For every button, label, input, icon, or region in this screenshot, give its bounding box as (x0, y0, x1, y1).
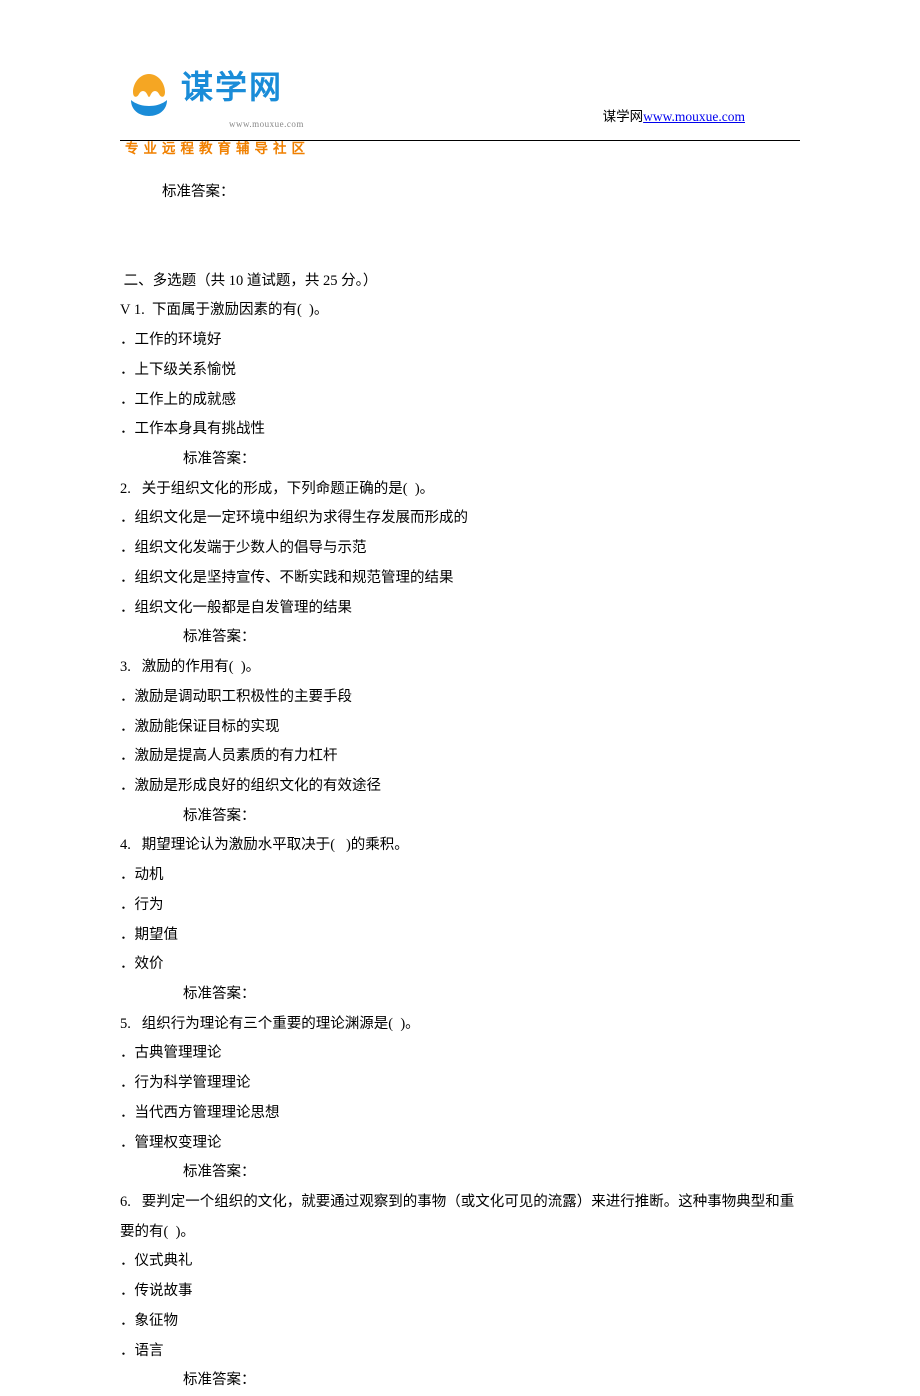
standard-answer-label: 标准答案： (120, 1158, 800, 1188)
question-stem: 6. 要判定一个组织的文化，就要通过观察到的事物（或文化可见的流露）来进行推断。… (120, 1188, 800, 1247)
document-header: 谋学网 www.mouxue.com 专业远程教育辅导社区 谋学网www.mou… (125, 55, 800, 130)
question-option: ．传说故事 (120, 1277, 800, 1307)
standard-answer-label: 标准答案： (120, 1366, 800, 1396)
logo-brand-text: 谋学网 www.mouxue.com (173, 55, 304, 133)
question-option: ．语言 (120, 1337, 800, 1367)
header-divider (120, 140, 800, 141)
header-site-link[interactable]: www.mouxue.com (643, 109, 745, 124)
question-option: ．上下级关系愉悦 (120, 356, 800, 386)
question-option: ．当代西方管理理论思想 (120, 1099, 800, 1129)
question-option: ．激励是提高人员素质的有力杠杆 (120, 742, 800, 772)
question-option: ．效价 (120, 950, 800, 980)
question-stem: 5. 组织行为理论有三个重要的理论渊源是( )。 (120, 1010, 800, 1040)
question-option: ．激励是调动职工积极性的主要手段 (120, 683, 800, 713)
logo-top-row: 谋学网 www.mouxue.com (125, 55, 310, 133)
standard-answer-label: 标准答案： (120, 802, 800, 832)
question-option: ．工作本身具有挑战性 (120, 415, 800, 445)
logo-brand-name: 谋学网 (181, 55, 304, 121)
question-option: ．期望值 (120, 921, 800, 951)
question-stem: 2. 关于组织文化的形成，下列命题正确的是( )。 (120, 475, 800, 505)
question-option: ．激励能保证目标的实现 (120, 713, 800, 743)
question-option: ．行为科学管理理论 (120, 1069, 800, 1099)
question-option: ．仪式典礼 (120, 1247, 800, 1277)
question-option: ．组织文化发端于少数人的倡导与示范 (120, 534, 800, 564)
document-body: 标准答案： 二、多选题（共 10 道试题，共 25 分。） V 1. 下面属于激… (120, 178, 800, 1396)
question-option: ．象征物 (120, 1307, 800, 1337)
question-stem: 4. 期望理论认为激励水平取决于( )的乘积。 (120, 831, 800, 861)
question-option: ．古典管理理论 (120, 1039, 800, 1069)
question-option: ．组织文化一般都是自发管理的结果 (120, 594, 800, 624)
question-option: ．动机 (120, 861, 800, 891)
question-option: ．管理权变理论 (120, 1129, 800, 1159)
standard-answer-label: 标准答案： (120, 980, 800, 1010)
blank-line (120, 238, 800, 267)
logo: 谋学网 www.mouxue.com 专业远程教育辅导社区 (125, 55, 310, 163)
standard-answer-label: 标准答案： (120, 623, 800, 653)
blank-line (120, 208, 800, 238)
question-option: ．组织文化是一定环境中组织为求得生存发展而形成的 (120, 504, 800, 534)
question-option: ．组织文化是坚持宣传、不断实践和规范管理的结果 (120, 564, 800, 594)
logo-brand-url: www.mouxue.com (229, 115, 304, 133)
question-option: ．行为 (120, 891, 800, 921)
question-option: ．工作上的成就感 (120, 386, 800, 416)
standard-answer-top: 标准答案： (120, 178, 800, 208)
question-option: ．激励是形成良好的组织文化的有效途径 (120, 772, 800, 802)
section-heading: 二、多选题（共 10 道试题，共 25 分。） (120, 267, 800, 297)
header-site-name: 谋学网 (603, 109, 644, 124)
standard-answer-label: 标准答案： (120, 445, 800, 475)
logo-icon (125, 70, 173, 118)
question-stem: 3. 激励的作用有( )。 (120, 653, 800, 683)
header-right: 谋学网www.mouxue.com (603, 103, 745, 131)
question-option: ．工作的环境好 (120, 326, 800, 356)
question-stem: V 1. 下面属于激励因素的有( )。 (120, 296, 800, 326)
